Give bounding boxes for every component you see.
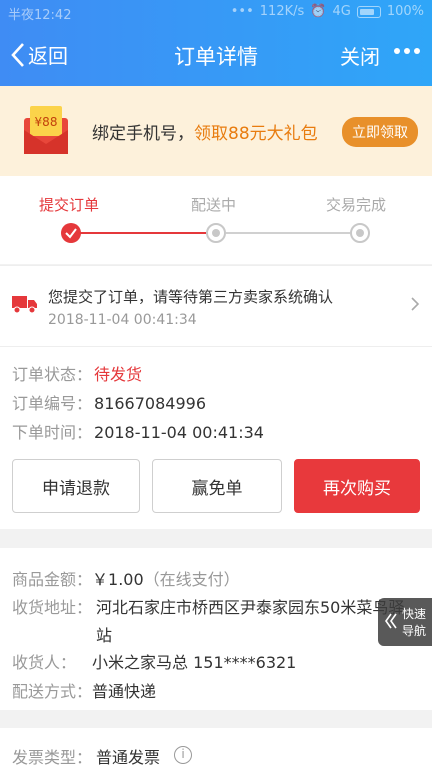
order-number-label: 订单编号： (12, 394, 93, 413)
invoice-label: 发票类型： (12, 748, 93, 767)
check-icon (65, 228, 77, 239)
shipping-label: 配送方式： (12, 682, 93, 701)
network-speed: 112K/s (259, 4, 305, 19)
order-number-row: 订单编号： 81667084996 (12, 390, 206, 414)
more-dot-icon (394, 48, 400, 54)
info-icon[interactable]: i (174, 746, 192, 764)
order-status-value: 待发货 (94, 365, 143, 384)
shipping-value: 普通快递 (92, 682, 157, 701)
bind-phone-banner[interactable]: ¥88 绑定手机号，领取88元大礼包 立即领取 (0, 86, 432, 176)
step-complete-label: 交易完成 (326, 196, 387, 214)
battery-level: 100% (386, 4, 424, 19)
order-notice[interactable]: 您提交了订单，请等待第三方卖家系统确认 2018-11-04 00:41:34 (0, 265, 432, 346)
banner-highlight: 领取88元大礼包 (194, 124, 318, 144)
address-label: 收货地址： (12, 598, 93, 617)
notice-text: 您提交了订单，请等待第三方卖家系统确认 (48, 288, 334, 306)
notice-time: 2018-11-04 00:41:34 (48, 312, 197, 328)
receiver-row: 收货人： 小米之家马总 151****6321 (12, 649, 296, 673)
address-row: 收货地址： (12, 594, 92, 618)
more-dot-icon (414, 48, 420, 54)
banner-text: 绑定手机号， (92, 124, 194, 144)
step-shipping-label: 配送中 (191, 196, 237, 214)
step-pending-node (206, 223, 226, 243)
step-pending-node (350, 223, 370, 243)
amount-label: 商品金额： (12, 570, 93, 589)
invoice-value: 普通发票 (96, 748, 161, 767)
amount-value: ￥1.00 (92, 570, 144, 589)
status-bar: 半夜12:42 ••• 112K/s ⏰ 4G 100% (0, 0, 432, 26)
order-status-label: 订单状态： (12, 365, 93, 384)
goods-info: 商品金额：￥1.00（在线支付） 收货地址： 河北石家庄市桥西区尹泰家园东50米… (0, 548, 432, 710)
envelope-amount: ¥88 (35, 115, 58, 129)
receiver-label: 收货人： (12, 653, 77, 672)
amount-row: 商品金额：￥1.00（在线支付） (12, 566, 240, 590)
status-time: 半夜12:42 (8, 8, 72, 23)
address-value: 河北石家庄市桥西区尹泰家园东50米菜鸟驿站 (96, 598, 405, 645)
order-time-label: 下单时间： (12, 423, 93, 442)
alarm-icon: ⏰ (310, 4, 327, 19)
shipping-row: 配送方式：普通快递 (12, 678, 156, 702)
order-info: 订单状态： 待发货 订单编号： 81667084996 下单时间： 2018-11-0… (0, 346, 432, 529)
quick-nav-line1: 快速 (402, 607, 427, 621)
truck-icon (12, 296, 37, 314)
navbar: 返回 订单详情 关闭 (0, 30, 432, 78)
step-submit-label: 提交订单 (39, 196, 100, 214)
free-order-button[interactable]: 赢免单 (152, 459, 282, 513)
red-envelope-icon: ¥88 (24, 106, 68, 154)
more-menu-button[interactable] (394, 48, 420, 54)
dots-icon: ••• (230, 4, 254, 19)
quick-nav-line2: 导航 (402, 624, 427, 638)
app-header: 半夜12:42 ••• 112K/s ⏰ 4G 100% 返回 订单详情 关闭 (0, 0, 432, 86)
battery-icon (356, 5, 381, 18)
progress-line-done (80, 232, 206, 234)
claim-gift-button[interactable]: 立即领取 (342, 117, 418, 147)
amount-note: （在线支付） (143, 570, 240, 589)
rebuy-button[interactable]: 再次购买 (294, 459, 420, 513)
signal-label: 4G (332, 4, 351, 19)
double-chevron-left-icon (385, 613, 397, 629)
progress-line-pending (226, 232, 350, 234)
invoice-row: 发票类型： 普通发票 i (0, 728, 432, 768)
close-button[interactable]: 关闭 (340, 41, 380, 70)
order-time-row: 下单时间： 2018-11-04 00:41:34 (12, 419, 264, 443)
chevron-right-icon (411, 297, 420, 311)
step-done-node (61, 223, 81, 243)
order-progress: 提交订单 配送中 交易完成 (0, 176, 432, 264)
refund-button[interactable]: 申请退款 (12, 459, 140, 513)
receiver-value: 小米之家马总 151****6321 (92, 653, 297, 672)
order-time-value: 2018-11-04 00:41:34 (94, 423, 264, 442)
order-status-row: 订单状态： 待发货 (12, 361, 142, 385)
order-number-value: 81667084996 (94, 394, 206, 413)
quick-nav-button[interactable]: 快速 导航 (378, 598, 432, 646)
more-dot-icon (404, 48, 410, 54)
